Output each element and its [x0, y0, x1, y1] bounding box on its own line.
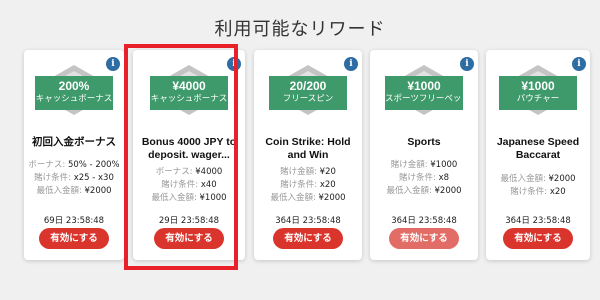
reward-amount: ¥1000	[407, 79, 441, 93]
detail-row: 賭け条件: x20	[510, 187, 566, 197]
detail-row: 最低入金額: ¥2000	[386, 186, 462, 196]
activate-button[interactable]: 有効にする	[273, 228, 343, 249]
countdown-timer: 364日 23:58:48	[275, 216, 341, 226]
reward-title: Japanese Speed Baccarat	[496, 136, 580, 161]
reward-type: フリースピン	[282, 94, 334, 104]
detail-row: ボーナス: ¥4000	[155, 167, 223, 177]
detail-row: 賭け金額: ¥20	[280, 167, 336, 177]
detail-row: ボーナス: 50% - 200%	[28, 160, 120, 170]
reward-card-free-spins: i 20/200 フリースピン Coin Strike: Hold and Wi…	[254, 50, 362, 260]
reward-title: 初回入金ボーナス	[32, 136, 116, 148]
reward-details: ボーナス: 50% - 200% 賭け条件: x25 - x30 最低入金額: …	[24, 159, 124, 198]
reward-title: Bonus 4000 JPY to deposit. wager...	[141, 136, 237, 161]
reward-badge: ¥1000 バウチャー	[499, 76, 577, 110]
detail-row: 賭け条件: x40	[161, 180, 217, 190]
detail-row: 賭け条件: x20	[280, 180, 336, 190]
detail-row: 賭け条件: x8	[398, 173, 450, 183]
page-title: 利用可能なリワード	[214, 19, 386, 40]
info-icon[interactable]: i	[106, 57, 120, 71]
reward-badge: ¥1000 スポーツフリーベット	[385, 76, 470, 110]
reward-badge: ¥4000 キャッシュボーナス	[150, 76, 228, 110]
activate-button[interactable]: 有効にする	[154, 228, 224, 249]
detail-row: 最低入金額: ¥2000	[36, 186, 112, 196]
reward-amount: 20/200	[289, 79, 327, 93]
info-icon[interactable]: i	[460, 57, 474, 71]
info-icon[interactable]: i	[344, 57, 358, 71]
countdown-timer: 69日 23:58:48	[43, 216, 105, 226]
activate-button[interactable]: 有効にする	[503, 228, 573, 249]
info-icon[interactable]: i	[572, 57, 586, 71]
detail-row: 賭け条件: x25 - x30	[34, 173, 114, 183]
reward-card-first-deposit: i 200% キャッシュボーナス 初回入金ボーナス ボーナス: 50% - 20…	[24, 50, 124, 260]
reward-details: 賭け金額: ¥1000 賭け条件: x8 最低入金額: ¥2000	[370, 159, 478, 198]
reward-amount: ¥4000	[172, 79, 206, 93]
detail-row: 賭け金額: ¥1000	[390, 160, 458, 170]
reward-details: 最低入金額: ¥2000 賭け条件: x20	[486, 173, 590, 199]
reward-card-baccarat: i ¥1000 バウチャー Japanese Speed Baccarat 最低…	[486, 50, 590, 260]
info-icon[interactable]: i	[227, 57, 241, 71]
countdown-timer: 364日 23:58:48	[505, 216, 571, 226]
reward-title: Sports	[407, 136, 441, 148]
reward-type: キャッシュボーナス	[35, 94, 113, 104]
reward-type: キャッシュボーナス	[150, 94, 228, 104]
reward-type: バウチャー	[516, 94, 560, 104]
reward-amount: 200%	[58, 79, 90, 93]
reward-badge: 200% キャッシュボーナス	[35, 76, 113, 110]
activate-button[interactable]: 有効にする	[39, 228, 109, 249]
detail-row: 最低入金額: ¥1000	[151, 193, 227, 203]
reward-details: ボーナス: ¥4000 賭け条件: x40 最低入金額: ¥1000	[133, 166, 245, 205]
reward-card-bonus-4000: i ¥4000 キャッシュボーナス Bonus 4000 JPY to depo…	[133, 50, 245, 260]
detail-row: 最低入金額: ¥2000	[270, 193, 346, 203]
reward-title: Coin Strike: Hold and Win	[265, 136, 351, 161]
countdown-timer: 29日 23:58:48	[158, 216, 220, 226]
rewards-list: i 200% キャッシュボーナス 初回入金ボーナス ボーナス: 50% - 20…	[24, 50, 600, 260]
reward-badge: 20/200 フリースピン	[269, 76, 347, 110]
reward-type: スポーツフリーベット	[385, 94, 470, 104]
activate-button[interactable]: 有効にする	[389, 228, 459, 249]
detail-row: 最低入金額: ¥2000	[500, 174, 576, 184]
reward-card-sports: i ¥1000 スポーツフリーベット Sports 賭け金額: ¥1000 賭け…	[370, 50, 478, 260]
reward-details: 賭け金額: ¥20 賭け条件: x20 最低入金額: ¥2000	[254, 166, 362, 205]
reward-amount: ¥1000	[521, 79, 555, 93]
countdown-timer: 364日 23:58:48	[391, 216, 457, 226]
